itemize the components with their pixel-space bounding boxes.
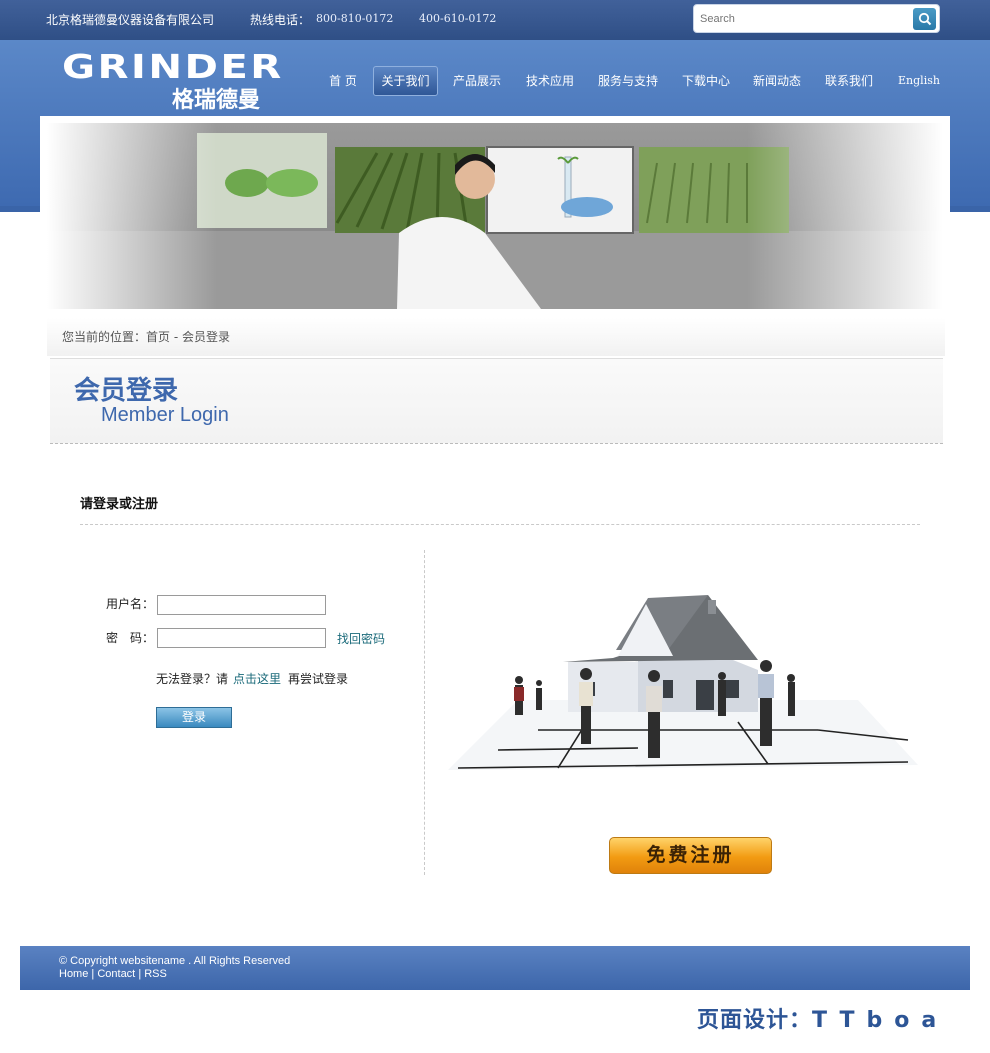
page-title-box (50, 358, 943, 444)
copyright: © Copyright websitename . All Rights Res… (59, 955, 291, 967)
nav-service[interactable]: 服务与支持 (591, 66, 665, 96)
help-suffix: 再尝试登录 (288, 672, 349, 686)
credit-name: TTboa (812, 1008, 949, 1033)
breadcrumb: 您当前的位置：首页 - 会员登录 (62, 330, 230, 344)
nav-tech[interactable]: 技术应用 (519, 66, 581, 96)
nav-about[interactable]: 关于我们 (373, 66, 438, 96)
help-link[interactable]: 点击这里 (233, 670, 281, 687)
page-title-en: Member Login (101, 404, 229, 426)
footer-link-rss[interactable]: RSS (144, 968, 167, 980)
divider (80, 524, 920, 525)
top-bar: 北京格瑞德曼仪器设备有限公司 热线电话： 800-810-0172 400-61… (0, 0, 990, 40)
register-button[interactable]: 免费注册 (609, 837, 772, 874)
nav-home[interactable]: 首 页 (318, 66, 368, 96)
nav-download[interactable]: 下载中心 (675, 66, 737, 96)
username-label: 用户名： (106, 597, 155, 611)
footer-link-sep: | (138, 968, 142, 980)
help-prefix: 无法登录？请 (156, 672, 229, 686)
search-icon (918, 12, 931, 26)
nav-news[interactable]: 新闻动态 (746, 66, 808, 96)
forgot-password-link[interactable]: 找回密码 (337, 630, 385, 647)
main-nav: 首 页 关于我们 产品展示 技术应用 服务与支持 下载中心 新闻动态 联系我们 … (0, 66, 990, 96)
password-field[interactable] (157, 628, 326, 648)
design-credit: 页面设计：TTboa (697, 1002, 948, 1034)
password-label: 密 码： (106, 631, 155, 645)
company-name: 北京格瑞德曼仪器设备有限公司 (46, 13, 215, 27)
nav-products[interactable]: 产品展示 (446, 66, 508, 96)
footer-links: Home | Contact | RSS (59, 968, 167, 980)
credit-label: 页面设计： (697, 1008, 813, 1033)
footer-link-contact[interactable]: Contact (97, 968, 135, 980)
footer-link-home[interactable]: Home (59, 968, 88, 980)
phone-2: 400-610-0172 (419, 12, 497, 25)
login-button[interactable]: 登录 (156, 707, 232, 728)
page-title-cn: 会员登录 (74, 376, 179, 406)
phone-1: 800-810-0172 (316, 12, 394, 25)
username-field[interactable] (157, 595, 326, 615)
search-input[interactable] (700, 11, 900, 27)
search-button[interactable] (913, 8, 936, 30)
nav-english[interactable]: English (890, 66, 948, 96)
footer-link-sep: | (91, 968, 95, 980)
search-box (693, 4, 940, 33)
house-illustration (438, 590, 928, 780)
hotline-label: 热线电话： (250, 13, 311, 27)
nav-contact[interactable]: 联系我们 (818, 66, 880, 96)
column-divider (424, 550, 425, 875)
login-heading: 请登录或注册 (80, 497, 159, 512)
banner-image (47, 123, 943, 309)
